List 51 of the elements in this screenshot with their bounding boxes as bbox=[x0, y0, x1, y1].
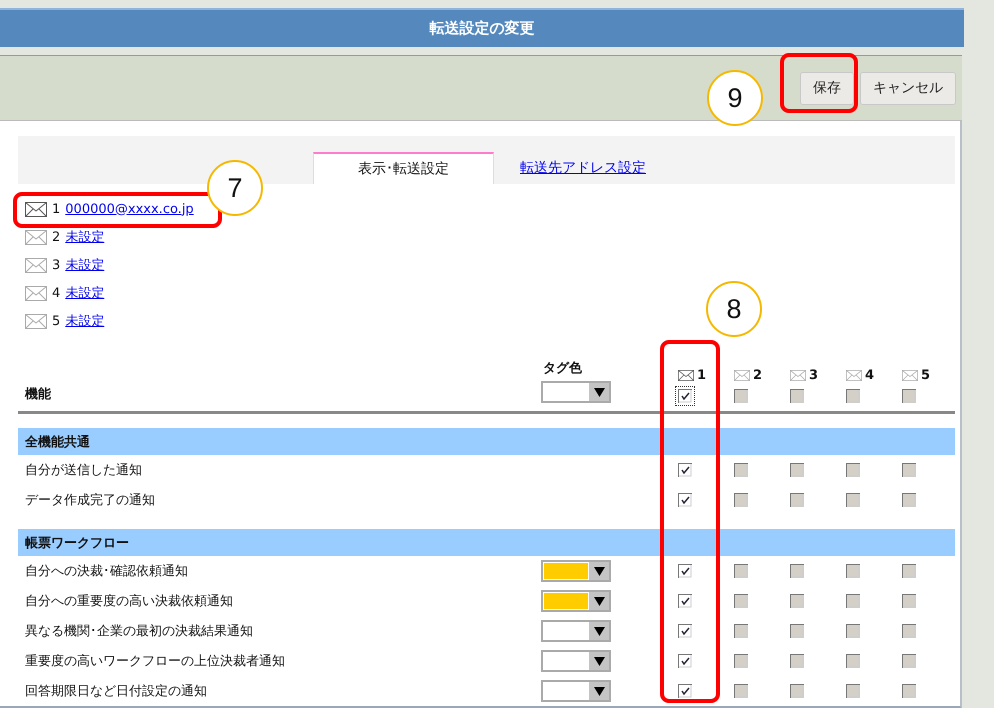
tab[interactable]: 転送先アドレス設定 bbox=[494, 152, 672, 184]
address-number: 4 bbox=[52, 286, 60, 300]
save-button[interactable]: 保存 bbox=[800, 72, 854, 104]
checkbox[interactable] bbox=[678, 463, 692, 477]
address-link[interactable]: 未設定 bbox=[65, 228, 104, 246]
tag-color-dropdown[interactable] bbox=[541, 620, 611, 642]
function-label: 異なる機関･企業の最初の決裁結果通知 bbox=[24, 623, 254, 640]
tag-color-dropdown[interactable] bbox=[541, 381, 611, 403]
column-number: 4 bbox=[865, 368, 874, 383]
tag-color-dropdown[interactable] bbox=[541, 560, 611, 582]
tab[interactable]: 表示･転送設定 bbox=[313, 152, 494, 184]
address-link[interactable]: 未設定 bbox=[65, 312, 104, 330]
dropdown-arrow-icon bbox=[594, 388, 604, 396]
column-number: 1 bbox=[697, 368, 706, 383]
function-label: 回答期限日など日付設定の通知 bbox=[24, 683, 208, 700]
address-link[interactable]: 未設定 bbox=[65, 284, 104, 302]
dropdown-arrow-icon bbox=[594, 656, 604, 666]
checkbox[interactable] bbox=[678, 389, 692, 403]
address-number: 2 bbox=[52, 230, 60, 244]
checkbox[interactable] bbox=[678, 594, 692, 608]
tag-color-dropdown[interactable] bbox=[541, 590, 611, 612]
column-number: 2 bbox=[753, 368, 762, 383]
function-header: 機能 bbox=[24, 386, 52, 403]
dropdown-arrow-icon bbox=[594, 596, 604, 606]
column-number: 5 bbox=[921, 368, 930, 383]
function-label: データ作成完了の通知 bbox=[24, 492, 156, 509]
address-link[interactable]: 未設定 bbox=[65, 256, 104, 274]
window-title: 転送設定の変更 bbox=[430, 19, 534, 38]
dropdown-arrow-icon bbox=[594, 686, 604, 696]
address-number: 5 bbox=[52, 314, 60, 328]
section-title: 全機能共通 bbox=[25, 434, 90, 450]
address-number: 3 bbox=[52, 258, 60, 272]
function-label: 自分への重要度の高い決裁依頼通知 bbox=[24, 593, 234, 610]
checkbox[interactable] bbox=[678, 624, 692, 638]
function-label: 重要度の高いワークフローの上位決裁者通知 bbox=[24, 653, 286, 670]
tag-color-dropdown[interactable] bbox=[541, 650, 611, 672]
tag-color-dropdown[interactable] bbox=[541, 680, 611, 702]
dropdown-arrow-icon bbox=[594, 566, 604, 576]
checkbox[interactable] bbox=[678, 684, 692, 698]
function-label: 自分が送信した通知 bbox=[24, 462, 143, 479]
checkbox[interactable] bbox=[678, 564, 692, 578]
address-link[interactable]: 000000@xxxx.co.jp bbox=[65, 202, 194, 216]
checkbox[interactable] bbox=[678, 493, 692, 507]
function-label: 自分への決裁･確認依頼通知 bbox=[24, 563, 189, 580]
checkbox[interactable] bbox=[678, 654, 692, 668]
cancel-button[interactable]: キャンセル bbox=[860, 72, 956, 104]
dropdown-arrow-icon bbox=[594, 626, 604, 636]
tag-color-header: タグ色 bbox=[542, 360, 583, 377]
section-title: 帳票ワークフロー bbox=[25, 534, 129, 552]
column-number: 3 bbox=[809, 368, 818, 383]
address-number: 1 bbox=[52, 202, 60, 216]
